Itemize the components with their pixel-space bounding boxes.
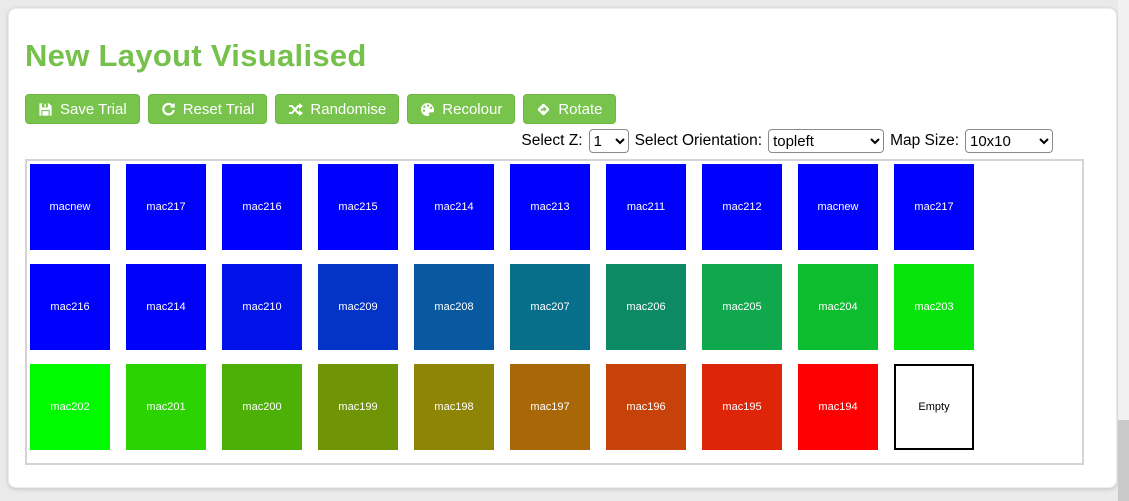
tile-mac200[interactable]: mac200 [222,364,302,450]
tile-mac204[interactable]: mac204 [798,264,878,350]
reset-trial-label: Reset Trial [183,101,255,118]
tile-mac196[interactable]: mac196 [606,364,686,450]
tile-mac217[interactable]: mac217 [894,164,974,250]
tile-mac195[interactable]: mac195 [702,364,782,450]
select-z-label: Select Z: [521,132,582,150]
tile-mac211[interactable]: mac211 [606,164,686,250]
tile-mac216[interactable]: mac216 [222,164,302,250]
tile-mac198[interactable]: mac198 [414,364,494,450]
randomise-label: Randomise [310,101,386,118]
tile-mac217[interactable]: mac217 [126,164,206,250]
scrollbar-thumb[interactable] [1118,420,1129,501]
tile-mac207[interactable]: mac207 [510,264,590,350]
tile-mac212[interactable]: mac212 [702,164,782,250]
main-card: New Layout Visualised Save Trial [8,8,1117,488]
palette-icon [420,102,435,117]
recolour-button[interactable]: Recolour [407,94,515,124]
page-scrollbar[interactable] [1118,0,1129,501]
page-title: New Layout Visualised [25,9,1116,73]
tile-mac214[interactable]: mac214 [414,164,494,250]
rotate-label: Rotate [558,101,602,118]
save-trial-button[interactable]: Save Trial [25,94,140,124]
tile-mac202[interactable]: mac202 [30,364,110,450]
tile-mac206[interactable]: mac206 [606,264,686,350]
randomise-button[interactable]: Randomise [275,94,399,124]
tile-mac209[interactable]: mac209 [318,264,398,350]
orientation-dropdown[interactable]: topleft [768,129,884,153]
rotate-button[interactable]: Rotate [523,94,615,124]
controls-bar: Select Z: 1 Select Orientation: topleft … [25,128,1116,154]
tile-mac208[interactable]: mac208 [414,264,494,350]
tile-mac205[interactable]: mac205 [702,264,782,350]
orientation-label: Select Orientation: [635,132,763,150]
tile-mac199[interactable]: mac199 [318,364,398,450]
tile-macnew[interactable]: macnew [798,164,878,250]
reset-trial-button[interactable]: Reset Trial [148,94,268,124]
tile-mac216[interactable]: mac216 [30,264,110,350]
recolour-label: Recolour [442,101,502,118]
tile-mac210[interactable]: mac210 [222,264,302,350]
toolbar: Save Trial Reset Trial Randomise [25,94,1116,124]
map-size-label: Map Size: [890,132,959,150]
tile-mac214[interactable]: mac214 [126,264,206,350]
tile-mac197[interactable]: mac197 [510,364,590,450]
rotate-right-icon [161,102,176,117]
tile-row: macnewmac217mac216mac215mac214mac213mac2… [30,164,1079,250]
tile-macnew[interactable]: macnew [30,164,110,250]
empty-tile[interactable]: Empty [894,364,974,450]
map-size-dropdown[interactable]: 10x10 [965,129,1053,153]
tile-mac201[interactable]: mac201 [126,364,206,450]
tile-mac194[interactable]: mac194 [798,364,878,450]
shuffle-icon [288,102,303,117]
tile-row: mac202mac201mac200mac199mac198mac197mac1… [30,364,1079,450]
tile-row: mac216mac214mac210mac209mac208mac207mac2… [30,264,1079,350]
floppy-icon [38,102,53,117]
select-z-dropdown[interactable]: 1 [589,129,629,153]
tile-mac203[interactable]: mac203 [894,264,974,350]
tile-mac215[interactable]: mac215 [318,164,398,250]
save-trial-label: Save Trial [60,101,127,118]
diamond-turn-right-icon [536,102,551,117]
layout-grid: macnewmac217mac216mac215mac214mac213mac2… [25,159,1084,465]
tile-mac213[interactable]: mac213 [510,164,590,250]
